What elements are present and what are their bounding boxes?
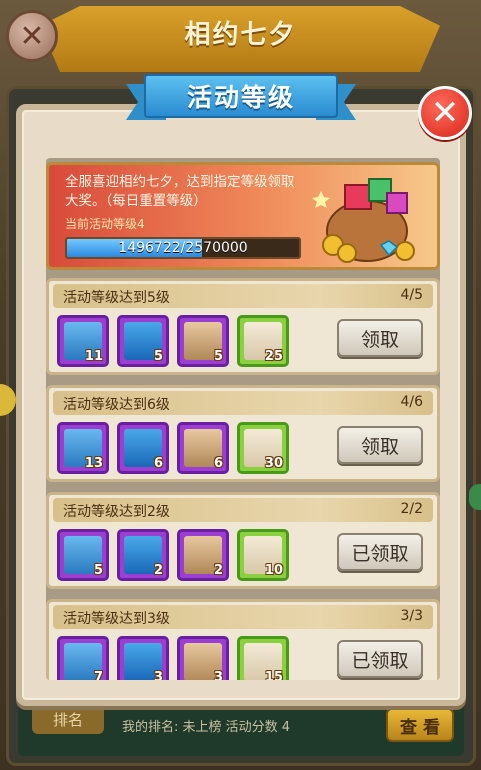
claim-button[interactable]: 领取	[337, 319, 423, 357]
reward-row-count: 4/6	[400, 394, 423, 410]
item-quantity: 6	[213, 456, 223, 471]
activity-info-card: 全服喜迎相约七夕，达到指定等级领取大奖。（每日重置等级） 当前活动等级4 149…	[46, 162, 440, 270]
modal-title: 活动等级	[144, 74, 338, 118]
item-quantity: 3	[213, 670, 223, 680]
item-quantity: 25	[264, 349, 283, 364]
reward-row-header: 活动等级达到3级 3/3	[53, 605, 433, 629]
reward-items: 13 6 6 30	[57, 422, 289, 474]
item-quantity: 11	[84, 349, 103, 364]
current-level-label: 当前活动等级4	[65, 217, 145, 231]
background-title: 相约七夕	[184, 20, 297, 50]
gift-bag-icon	[312, 178, 415, 263]
background-close-icon[interactable]: ✕	[6, 10, 58, 62]
flower-fan-icon[interactable]: 15	[237, 636, 289, 680]
coin-wings-icon[interactable]: 3	[117, 636, 169, 680]
item-quantity: 30	[264, 456, 283, 471]
reward-row: 活动等级达到2级 2/2 5 2 2 10 已领取	[46, 492, 440, 589]
reward-items: 7 3 3 15	[57, 636, 289, 680]
item-quantity: 6	[153, 456, 163, 471]
rank-button[interactable]: 排名	[32, 704, 104, 734]
item-quantity: 15	[264, 670, 283, 680]
worker-card-icon[interactable]: 5	[57, 529, 109, 581]
flower-fan-icon[interactable]: 10	[237, 529, 289, 581]
my-rank-text: 我的排名: 未上榜 活动分数 4	[122, 720, 291, 735]
claim-button[interactable]: 已领取	[337, 533, 423, 571]
hand-coin-icon[interactable]: 5	[177, 315, 229, 367]
hand-coin-icon[interactable]: 3	[177, 636, 229, 680]
reward-row-title: 活动等级达到5级	[63, 290, 170, 306]
item-quantity: 7	[93, 670, 103, 680]
worker-card-icon[interactable]: 11	[57, 315, 109, 367]
worker-card-icon[interactable]: 13	[57, 422, 109, 474]
worker-card-icon[interactable]: 7	[57, 636, 109, 680]
item-quantity: 3	[153, 670, 163, 680]
coin-wings-icon[interactable]: 2	[117, 529, 169, 581]
reward-row-header: 活动等级达到5级 4/5	[53, 284, 433, 308]
coin-wings-icon[interactable]: 6	[117, 422, 169, 474]
side-tab-right-icon[interactable]	[469, 484, 481, 510]
reward-items: 11 5 5 25	[57, 315, 289, 367]
reward-row-title: 活动等级达到2级	[63, 504, 170, 520]
level-progress-text: 1496722/2570000	[118, 240, 248, 256]
item-quantity: 13	[84, 456, 103, 471]
reward-row-header: 活动等级达到6级 4/6	[53, 391, 433, 415]
activity-description: 全服喜迎相约七夕，达到指定等级领取大奖。（每日重置等级）	[65, 174, 295, 209]
close-icon[interactable]: ✕	[418, 86, 472, 140]
activity-level-modal: 全服喜迎相约七夕，达到指定等级领取大奖。（每日重置等级） 当前活动等级4 149…	[16, 104, 466, 706]
claim-button[interactable]: 已领取	[337, 640, 423, 678]
coin-wings-icon[interactable]: 5	[117, 315, 169, 367]
item-quantity: 10	[264, 563, 283, 578]
reward-row-count: 4/5	[400, 287, 423, 303]
claim-button[interactable]: 领取	[337, 426, 423, 464]
item-quantity: 5	[213, 349, 223, 364]
flower-fan-icon[interactable]: 25	[237, 315, 289, 367]
reward-row: 活动等级达到3级 3/3 7 3 3 15 已领取	[46, 599, 440, 680]
reward-row-header: 活动等级达到2级 2/2	[53, 498, 433, 522]
reward-row-count: 2/2	[400, 501, 423, 517]
modal-title-ribbon: 活动等级	[126, 66, 356, 126]
item-quantity: 2	[213, 563, 223, 578]
reward-row: 活动等级达到6级 4/6 13 6 6 30 领取	[46, 385, 440, 482]
level-progress-bar: 1496722/2570000	[65, 237, 301, 259]
reward-row: 活动等级达到5级 4/5 11 5 5 25 领取	[46, 278, 440, 375]
item-quantity: 5	[153, 349, 163, 364]
hand-coin-icon[interactable]: 2	[177, 529, 229, 581]
view-button[interactable]: 查 看	[386, 708, 454, 742]
hand-coin-icon[interactable]: 6	[177, 422, 229, 474]
reward-items: 5 2 2 10	[57, 529, 289, 581]
item-quantity: 2	[153, 563, 163, 578]
item-quantity: 5	[93, 563, 103, 578]
reward-row-count: 3/3	[400, 608, 423, 624]
modal-content: 全服喜迎相约七夕，达到指定等级领取大奖。（每日重置等级） 当前活动等级4 149…	[46, 158, 440, 680]
reward-row-title: 活动等级达到3级	[63, 611, 170, 627]
reward-row-title: 活动等级达到6级	[63, 397, 170, 413]
flower-fan-icon[interactable]: 30	[237, 422, 289, 474]
